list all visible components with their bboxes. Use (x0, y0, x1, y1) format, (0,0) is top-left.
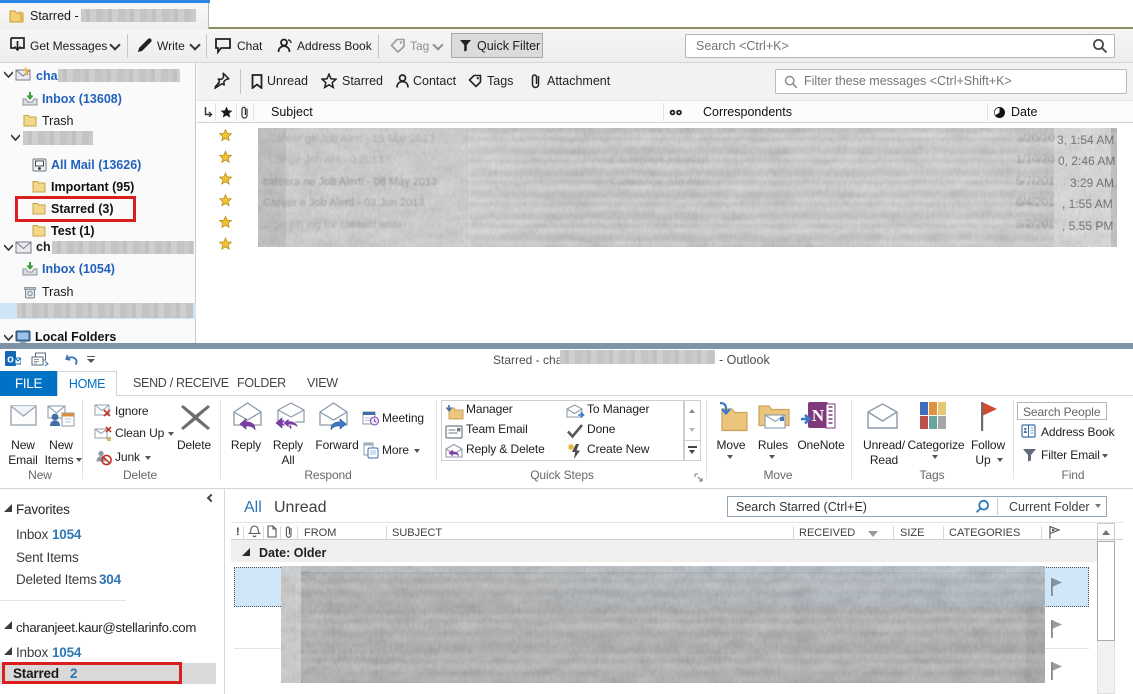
svg-text:o: o (7, 354, 14, 366)
svg-text:N: N (812, 406, 825, 425)
